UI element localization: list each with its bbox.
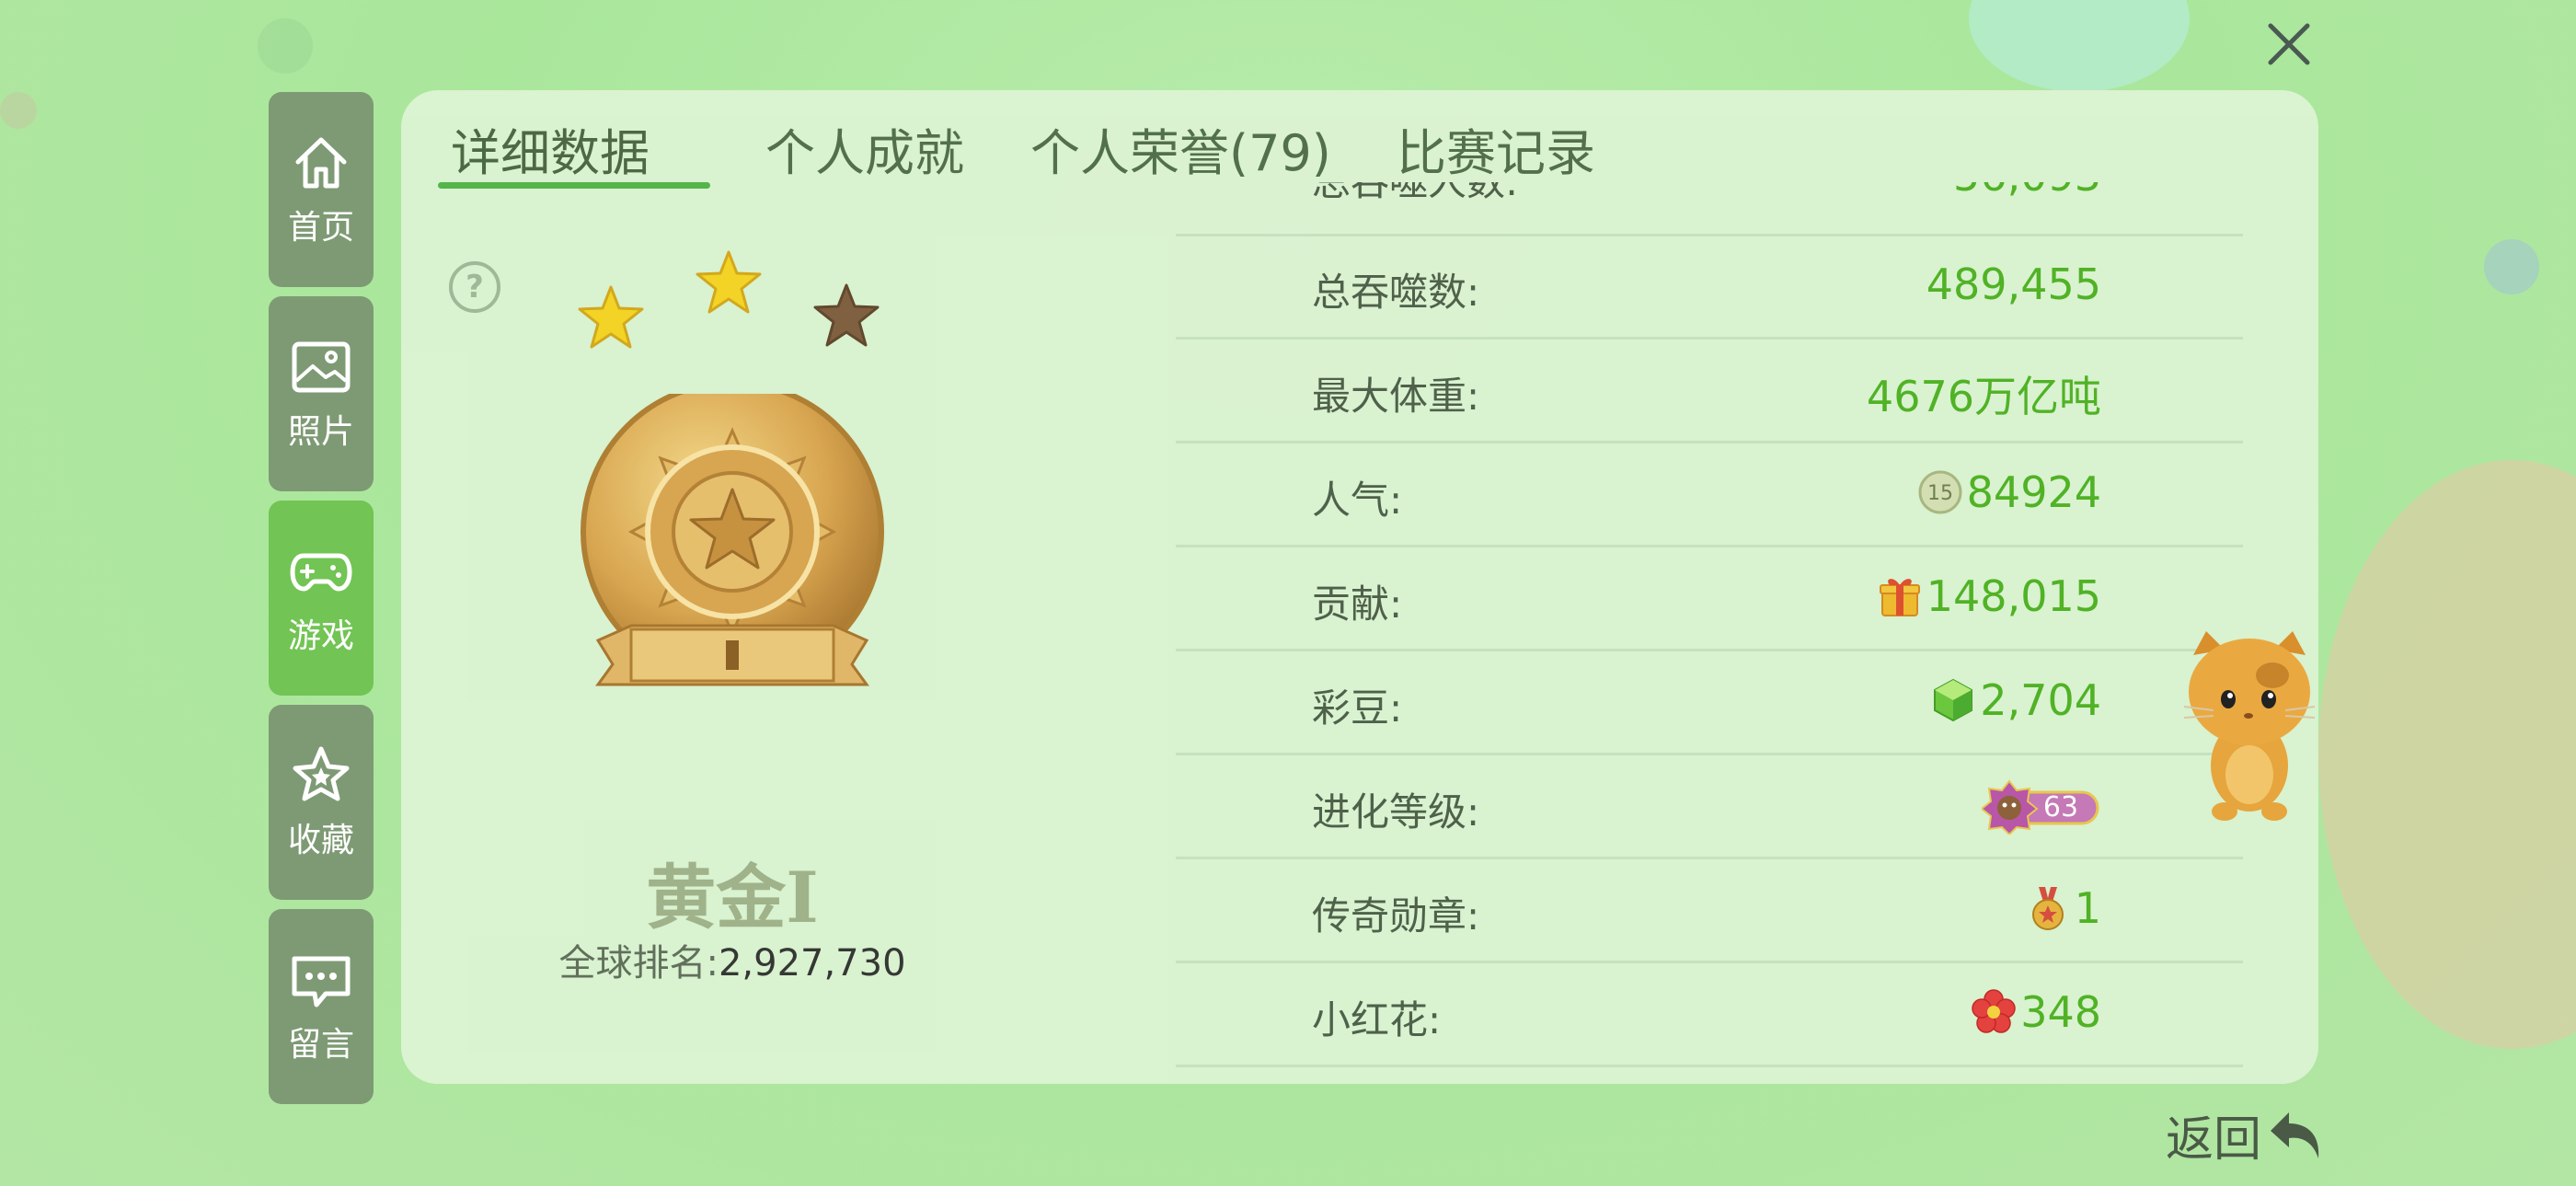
main-panel: 详细数据 个人成就 个人荣誉(79) 比赛记录 ? 黄金Ⅰ 全球排名:2,927 [401,90,2318,1084]
stat-row: 总吞噬人数: 56,093 [1176,182,2243,236]
stat-label: 进化等级: [1312,789,1480,835]
help-icon[interactable]: ? [449,261,500,313]
background-decoration [258,18,313,74]
popularity-badge-text: 15 [1927,482,1953,505]
sidebar-item-label: 首页 [287,209,354,247]
stat-label: 彩豆: [1312,685,1403,731]
green-gem-icon [1934,678,1973,722]
background-decoration [2484,239,2539,294]
cat-mascot[interactable] [2180,628,2318,824]
stat-row: 贡献: 148,015 [1176,546,2243,651]
rank-star-icon [578,285,644,349]
message-icon [292,956,351,1008]
stat-value: 4676万亿吨 [1867,363,2101,424]
sidebar-item-favorites[interactable]: 收藏 [269,705,374,900]
global-rank-label: 全球排名: [558,942,719,984]
stat-value-text: 2,704 [1980,675,2101,725]
tab-honors[interactable]: 个人荣誉(79) [1030,112,1331,185]
sidebar-item-label: 照片 [287,413,354,451]
popularity-badge-icon: 15 [1918,470,1962,514]
stat-label: 传奇勋章: [1312,893,1480,938]
stats-list[interactable]: 总吞噬人数: 56,093 总吞噬数: 489,455 最大体重: 4676万亿… [1176,182,2243,1102]
stat-value-text: 84924 [1966,467,2101,517]
gold-rank-medal-icon [581,394,884,686]
stat-value-text: 148,015 [1926,571,2101,621]
stat-label: 人气: [1312,478,1403,523]
stat-value-text: 4676万亿吨 [1866,372,2101,421]
gamepad-icon [290,553,352,592]
stat-value: 63 [1982,779,2101,835]
stat-value: 2,704 [1930,675,2101,725]
stat-value-text: 489,455 [1926,259,2101,309]
sidebar-item-label: 留言 [287,1026,354,1064]
home-icon [295,137,347,189]
sidebar-item-messages[interactable]: 留言 [269,909,374,1104]
stat-value: 56,093 [1953,182,2101,201]
back-button[interactable]: 返回 [2166,1100,2326,1169]
close-icon [2268,23,2310,65]
stat-label: 小红花: [1312,997,1442,1042]
red-flower-icon [1972,989,2016,1033]
stat-label: 总吞噬数: [1312,270,1480,315]
stat-row: 总吞噬数: 489,455 [1176,234,2243,340]
background-decoration [2318,460,2576,1049]
star-icon [293,746,350,801]
stat-value-text: 348 [2020,987,2101,1037]
background-decoration [0,92,37,129]
tab-achievements[interactable]: 个人成就 [765,112,964,185]
sidebar-item-label: 收藏 [287,822,354,859]
stat-value-text: 56,093 [1953,182,2101,201]
evolution-level-text: 63 [2043,791,2078,823]
close-button[interactable] [2261,17,2317,72]
global-rank-value: 2,927,730 [718,942,906,984]
return-arrow-icon [2271,1111,2319,1158]
stat-row: 彩豆: 2,704 [1176,650,2243,755]
stat-value: 489,455 [1926,259,2101,309]
background-decoration [1969,0,2190,92]
stat-value: 348 [1971,987,2101,1037]
stat-label: 总吞噬人数: [1312,182,1518,207]
back-label: 返回 [2166,1112,2262,1168]
sidebar-item-label: 游戏 [287,617,354,655]
stat-row: 进化等级: 63 [1176,754,2243,859]
global-rank: 全球排名:2,927,730 [401,933,1064,986]
stat-row: 小红花: 348 [1176,961,2243,1067]
stat-label: 最大体重: [1312,374,1480,419]
tab-match-records[interactable]: 比赛记录 [1397,112,1595,185]
sidebar-item-home[interactable]: 首页 [269,92,374,287]
sidebar-item-games[interactable]: 游戏 [269,501,374,696]
rank-star-empty-icon [813,283,880,347]
stat-value: 15 84924 [1917,467,2101,517]
stat-label: 贡献: [1312,581,1403,627]
stat-value-text: 1 [2074,883,2101,933]
rank-star-icon [696,250,762,314]
stat-row: 人气: 15 84924 [1176,442,2243,547]
stat-value: 148,015 [1877,571,2101,621]
rank-title: 黄金Ⅰ [646,857,819,938]
evolution-badge-icon: 63 [1982,779,2099,835]
stat-value: 1 [2025,883,2101,933]
tab-details[interactable]: 详细数据 [451,112,650,185]
stat-row: 最大体重: 4676万亿吨 [1176,338,2243,443]
gift-icon [1879,579,1920,616]
photo-icon [292,341,351,393]
active-tab-indicator [438,182,710,189]
stat-row: 传奇勋章: 1 [1176,858,2243,963]
sidebar-item-photos[interactable]: 照片 [269,296,374,491]
medal-icon [2031,887,2064,930]
